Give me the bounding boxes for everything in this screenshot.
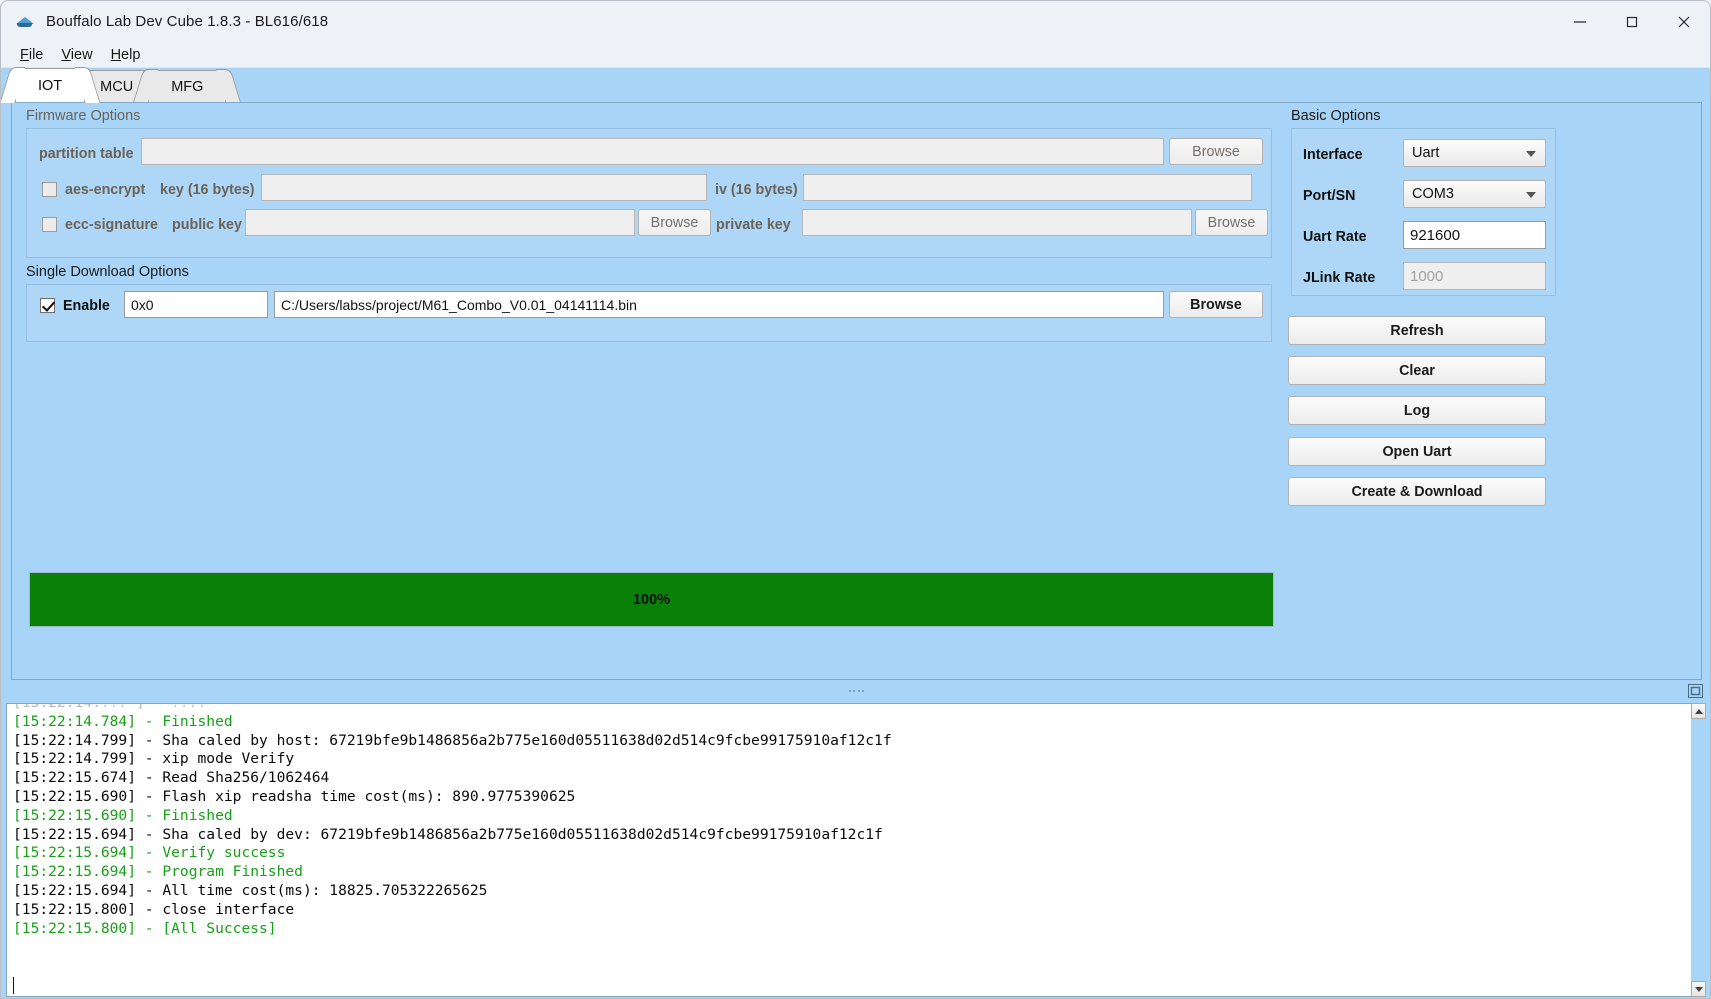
- open-uart-button[interactable]: Open Uart: [1288, 437, 1546, 466]
- single-download-address-input[interactable]: 0x0: [124, 291, 268, 318]
- tab-mcu-label: MCU: [100, 78, 134, 95]
- log-line: [15:22:15.800] - close interface: [13, 900, 295, 918]
- aes-encrypt-label: aes-encrypt: [65, 182, 146, 198]
- menu-file[interactable]: File: [11, 45, 52, 65]
- tab-mfg[interactable]: MFG: [148, 70, 227, 102]
- aes-encrypt-checkbox[interactable]: [42, 182, 57, 197]
- tab-iot[interactable]: IOT: [15, 68, 86, 102]
- log-line: [15:22:14.799] - Sha caled by host: 6721…: [13, 731, 892, 749]
- jlink-rate-label: JLink Rate: [1303, 270, 1376, 286]
- basic-options-title: Basic Options: [1291, 108, 1381, 124]
- log-panel: [15:22:14.??? ] - ????[15:22:14.784] - F…: [6, 703, 1707, 997]
- log-lines: [15:22:14.??? ] - ????[15:22:14.784] - F…: [13, 704, 1691, 938]
- create-and-download-button[interactable]: Create & Download: [1288, 477, 1546, 506]
- log-caret: [13, 977, 14, 994]
- log-line: [15:22:15.674] - Read Sha256/1062464: [13, 769, 330, 787]
- log-line: [15:22:15.694] - All time cost(ms): 1882…: [13, 881, 488, 899]
- aes-key-input[interactable]: [261, 174, 707, 201]
- single-download-options-title: Single Download Options: [26, 264, 189, 280]
- single-download-enable-label: Enable: [63, 298, 110, 314]
- title-bar: Bouffalo Lab Dev Cube 1.8.3 - BL616/618: [1, 1, 1710, 42]
- interface-label: Interface: [1303, 147, 1363, 163]
- chevron-down-icon: [1526, 151, 1536, 157]
- scroll-up-arrow-icon[interactable]: [1691, 703, 1706, 719]
- log-line: [15:22:15.690] - Finished: [13, 806, 233, 824]
- restore-window-icon[interactable]: [1688, 684, 1703, 698]
- ecc-public-key-browse-button[interactable]: Browse: [638, 209, 711, 236]
- ecc-private-key-label: private key: [716, 217, 791, 233]
- log-line: [15:22:14.784] - Finished: [13, 712, 233, 730]
- partition-table-label: partition table: [39, 146, 134, 162]
- firmware-options-title: Firmware Options: [26, 108, 141, 124]
- log-line: [15:22:15.694] - Program Finished: [13, 863, 303, 881]
- menu-view[interactable]: View: [52, 45, 101, 65]
- tab-mfg-label: MFG: [171, 78, 204, 95]
- app-window: Bouffalo Lab Dev Cube 1.8.3 - BL616/618 …: [0, 0, 1711, 999]
- menu-help-rest: elp: [121, 46, 141, 63]
- aes-iv-label: iv (16 bytes): [715, 182, 798, 198]
- interface-value: Uart: [1412, 145, 1440, 161]
- log-line: [15:22:15.690] - Flash xip readsha time …: [13, 787, 576, 805]
- jlink-rate-input[interactable]: 1000: [1403, 262, 1546, 290]
- ecc-public-key-input[interactable]: [245, 209, 635, 236]
- splitter-grip: [848, 690, 865, 692]
- close-icon[interactable]: [1658, 1, 1710, 42]
- clear-button[interactable]: Clear: [1288, 356, 1546, 385]
- window-title: Bouffalo Lab Dev Cube 1.8.3 - BL616/618: [46, 13, 329, 30]
- log-line: [15:22:14.799] - xip mode Verify: [13, 750, 295, 768]
- log-line: [15:22:15.800] - [All Success]: [13, 919, 277, 937]
- refresh-button[interactable]: Refresh: [1288, 316, 1546, 345]
- single-download-enable-checkbox[interactable]: [40, 298, 55, 313]
- menu-help[interactable]: Help: [102, 45, 150, 65]
- tab-iot-label: IOT: [38, 77, 63, 94]
- uart-rate-input[interactable]: 921600: [1403, 221, 1546, 249]
- ecc-signature-label: ecc-signature: [65, 217, 158, 233]
- scroll-down-arrow-icon[interactable]: [1691, 981, 1706, 997]
- menu-view-rest: iew: [70, 46, 93, 63]
- aes-key-label: key (16 bytes): [160, 182, 255, 198]
- port-sn-value: COM3: [1412, 186, 1454, 202]
- ecc-signature-checkbox[interactable]: [42, 217, 57, 232]
- panel-splitter[interactable]: [1, 681, 1710, 703]
- port-sn-label: Port/SN: [1303, 188, 1356, 204]
- download-progress-bar: 100%: [29, 572, 1274, 627]
- log-scrollbar[interactable]: [1691, 703, 1706, 997]
- single-download-file-input[interactable]: C:/Users/labss/project/M61_Combo_V0.01_0…: [274, 291, 1164, 318]
- ecc-private-key-input[interactable]: [802, 209, 1192, 236]
- menu-bar: File View Help: [1, 42, 1710, 68]
- graduation-cap-icon: [15, 12, 35, 32]
- progress-percent-label: 100%: [632, 591, 671, 608]
- tab-bar: IOT MCU MFG: [1, 68, 1710, 102]
- uart-rate-label: Uart Rate: [1303, 229, 1367, 245]
- aes-iv-input[interactable]: [803, 174, 1252, 201]
- ecc-private-key-browse-button[interactable]: Browse: [1195, 209, 1268, 236]
- minimize-icon[interactable]: [1554, 1, 1606, 42]
- log-button[interactable]: Log: [1288, 396, 1546, 425]
- single-download-browse-button[interactable]: Browse: [1169, 291, 1263, 318]
- partition-table-input[interactable]: [141, 138, 1164, 165]
- window-controls: [1554, 1, 1710, 42]
- menu-file-rest: ile: [28, 46, 44, 63]
- port-sn-combobox[interactable]: COM3: [1403, 180, 1546, 208]
- chevron-down-icon: [1526, 192, 1536, 198]
- log-line: [15:22:15.694] - Sha caled by dev: 67219…: [13, 825, 883, 843]
- log-output[interactable]: [15:22:14.??? ] - ????[15:22:14.784] - F…: [6, 703, 1692, 997]
- iot-panel: Firmware Options partition table Browse …: [11, 102, 1702, 680]
- maximize-icon[interactable]: [1606, 1, 1658, 42]
- partition-table-browse-button[interactable]: Browse: [1169, 138, 1263, 165]
- ecc-public-key-label: public key: [172, 217, 242, 233]
- log-line: [15:22:15.694] - Verify success: [13, 844, 286, 862]
- interface-combobox[interactable]: Uart: [1403, 139, 1546, 167]
- log-line: [15:22:14.??? ] - ????: [13, 704, 1691, 713]
